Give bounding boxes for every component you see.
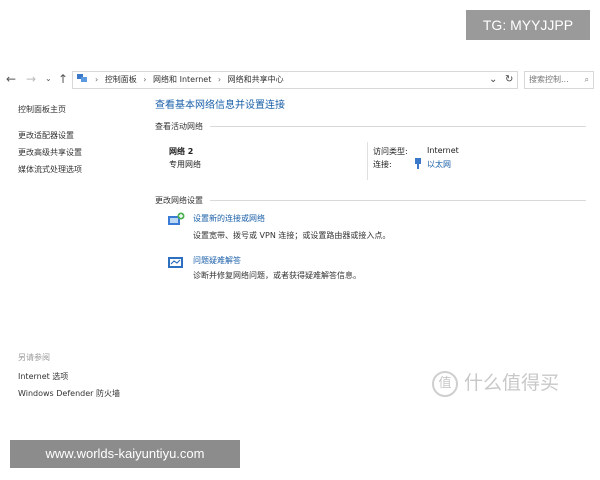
refresh-icon: ↻	[505, 74, 514, 85]
zdm-logo: 值什么值得买	[432, 368, 559, 397]
arrow-right-icon: →	[26, 72, 37, 86]
zdm-logo-text: 什么值得买	[464, 372, 560, 394]
section-divider	[210, 200, 586, 201]
connection-label: 连接:	[373, 160, 392, 169]
watermark-bottom: www.worlds-kaiyuntiyu.com	[10, 440, 240, 468]
chevron-right-icon: ›	[95, 75, 99, 84]
active-networks-title: 查看活动网络	[155, 122, 203, 131]
arrow-up-icon: ↑	[58, 72, 69, 86]
troubleshoot-desc: 诊断并修复网络问题，或者获得疑难解答信息。	[193, 271, 361, 280]
setup-connection-link[interactable]: 设置新的连接或网络	[193, 213, 265, 224]
access-type-label: 访问类型:	[373, 147, 408, 156]
search-input[interactable]: 搜索控制... ⌕	[524, 71, 594, 89]
network-center-icon	[76, 72, 88, 84]
watermark-top: TG: MYYJJPP	[466, 10, 590, 40]
page-title: 查看基本网络信息并设置连接	[155, 100, 285, 111]
see-also-title: 另请参阅	[18, 353, 50, 362]
back-button[interactable]: ←	[6, 72, 16, 86]
refresh-button[interactable]: ↻	[505, 72, 513, 88]
address-bar[interactable]: › 控制面板 › 网络和 Internet › 网络和共享中心 ⌄ ↻	[72, 71, 518, 89]
breadcrumb-network-center[interactable]: 网络和共享中心	[228, 72, 284, 88]
arrow-left-icon: ←	[6, 72, 17, 86]
recent-locations-button[interactable]: ⌄	[45, 74, 52, 83]
change-settings-title: 更改网络设置	[155, 196, 203, 205]
sidebar-item-advanced-sharing[interactable]: 更改高级共享设置	[18, 147, 82, 158]
sidebar-item-media-streaming[interactable]: 媒体流式处理选项	[18, 164, 82, 175]
ethernet-icon	[414, 158, 422, 169]
breadcrumb-control-panel[interactable]: 控制面板	[105, 72, 137, 88]
network-name: 网络 2	[169, 147, 194, 156]
search-icon: ⌕	[584, 75, 589, 84]
up-button[interactable]: ↑	[58, 72, 68, 86]
new-connection-icon	[167, 212, 185, 228]
breadcrumb-network-internet[interactable]: 网络和 Internet	[153, 72, 211, 88]
vertical-divider	[367, 142, 368, 180]
chevron-right-icon: ›	[143, 75, 147, 84]
address-dropdown-button[interactable]: ⌄	[489, 72, 497, 88]
troubleshoot-icon	[167, 255, 185, 271]
chevron-down-icon: ⌄	[489, 74, 498, 85]
troubleshoot-link[interactable]: 问题疑难解答	[193, 255, 241, 266]
zdm-badge-icon: 值	[432, 370, 458, 397]
chevron-down-icon: ⌄	[45, 74, 52, 83]
chevron-right-icon: ›	[217, 75, 222, 84]
section-divider	[210, 126, 586, 127]
navigation-bar: ← → ⌄ ↑ › 控制面板 › 网络和 Internet › 网络和共享中心 …	[0, 68, 600, 92]
see-also-firewall[interactable]: Windows Defender 防火墙	[18, 388, 120, 399]
forward-button[interactable]: →	[26, 72, 36, 86]
search-placeholder: 搜索控制...	[529, 75, 569, 84]
sidebar-item-home[interactable]: 控制面板主页	[18, 104, 66, 115]
breadcrumb: › 控制面板 › 网络和 Internet › 网络和共享中心	[91, 72, 284, 88]
access-type-value: Internet	[427, 146, 459, 155]
sidebar-item-adapter-settings[interactable]: 更改适配器设置	[18, 130, 74, 141]
network-type: 专用网络	[169, 160, 201, 169]
see-also-internet-options[interactable]: Internet 选项	[18, 371, 68, 382]
setup-connection-desc: 设置宽带、拨号或 VPN 连接；或设置路由器或接入点。	[193, 231, 391, 240]
connection-link[interactable]: 以太网	[427, 159, 451, 170]
